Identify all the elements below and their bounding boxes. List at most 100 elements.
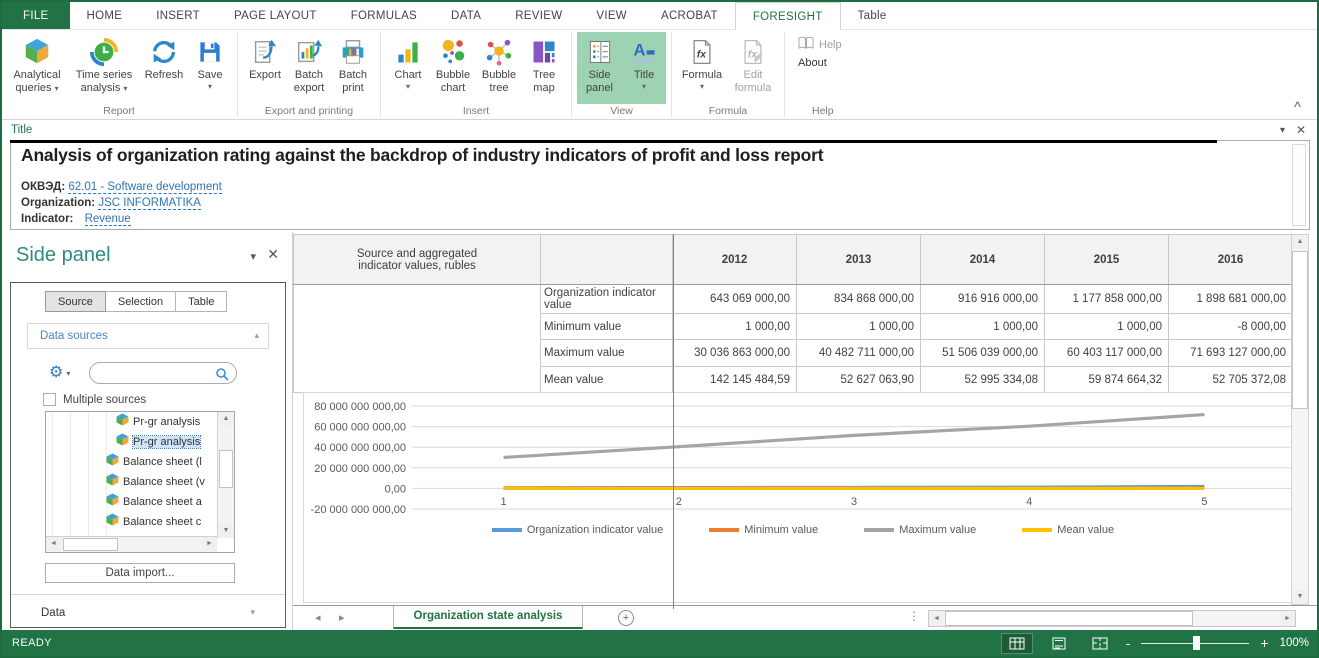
cell-value[interactable]: 1 000,00: [673, 314, 797, 340]
year-header[interactable]: 2014: [921, 235, 1045, 285]
cell-value[interactable]: 30 036 863 000,00: [673, 340, 797, 367]
batch-export-button[interactable]: Batch export: [287, 32, 331, 104]
legend-item[interactable]: Mean value: [1022, 524, 1114, 536]
time-series-analysis-button[interactable]: Time series analysis ▾: [68, 32, 140, 104]
legend-item[interactable]: Minimum value: [709, 524, 818, 536]
tree-horizontal-scrollbar[interactable]: ◄ ►: [46, 536, 217, 552]
year-header[interactable]: 2015: [1045, 235, 1169, 285]
tab-insert[interactable]: INSERT: [139, 2, 217, 29]
cell-value[interactable]: 60 403 117 000,00: [1045, 340, 1169, 367]
title-scrollbar[interactable]: [1292, 144, 1306, 226]
tab-source[interactable]: Source: [45, 291, 106, 312]
table-corner-header[interactable]: Source and aggregated indicator values, …: [294, 235, 541, 285]
tree-map-button[interactable]: Tree map: [522, 32, 566, 104]
cell-value[interactable]: 52 995 334,08: [921, 367, 1045, 393]
tree-item[interactable]: Balance sheet (v: [46, 472, 217, 492]
cell-value[interactable]: 1 000,00: [921, 314, 1045, 340]
scroll-up-icon[interactable]: ▲: [218, 412, 234, 426]
cell-value[interactable]: 834 868 000,00: [797, 285, 921, 314]
chart-button[interactable]: Chart ▾: [386, 32, 430, 104]
scrollbar-thumb[interactable]: [945, 611, 1193, 626]
side-panel-toggle-button[interactable]: Side panel: [577, 32, 622, 104]
cell-value[interactable]: 1 000,00: [797, 314, 921, 340]
indicator-link[interactable]: Revenue: [85, 213, 131, 226]
tree-item[interactable]: Pr-gr analysis: [46, 412, 217, 432]
formula-button[interactable]: fx Formula ▾: [677, 32, 727, 104]
cell-value[interactable]: 52 705 372,08: [1169, 367, 1293, 393]
data-import-button[interactable]: Data import...: [45, 563, 235, 583]
tab-page-layout[interactable]: PAGE LAYOUT: [217, 2, 334, 29]
chevron-down-icon[interactable]: ▾: [250, 607, 255, 618]
scroll-right-icon[interactable]: ►: [1280, 611, 1295, 626]
legend-item[interactable]: Maximum value: [864, 524, 976, 536]
edit-formula-button[interactable]: fx Edit formula: [727, 32, 779, 104]
tab-selection[interactable]: Selection: [105, 291, 176, 312]
tab-data[interactable]: DATA: [434, 2, 498, 29]
normal-view-button[interactable]: [1001, 633, 1033, 654]
source-search-input[interactable]: [100, 365, 212, 381]
chevron-up-icon[interactable]: ▴: [254, 330, 259, 341]
sheet-nav-right-icon[interactable]: ▸: [339, 611, 345, 624]
cell-value[interactable]: 71 693 127 000,00: [1169, 340, 1293, 367]
bubble-chart-button[interactable]: Bubble chart: [430, 32, 476, 104]
sources-settings-button[interactable]: ⚙ ▾: [49, 361, 70, 385]
tab-acrobat[interactable]: ACROBAT: [644, 2, 735, 29]
tree-item[interactable]: Balance sheet c: [46, 512, 217, 532]
scroll-down-icon[interactable]: ▼: [1292, 590, 1308, 604]
cell-value[interactable]: 40 482 711 000,00: [797, 340, 921, 367]
title-close-button[interactable]: ✕: [1296, 123, 1306, 137]
scroll-up-icon[interactable]: ▲: [1292, 235, 1308, 249]
cell-value[interactable]: 51 506 039 000,00: [921, 340, 1045, 367]
tree-item-selected[interactable]: Pr-gr analysis: [46, 432, 217, 452]
tab-table-sp[interactable]: Table: [175, 291, 227, 312]
title-collapse-button[interactable]: ▾: [1280, 125, 1285, 136]
year-header[interactable]: 2016: [1169, 235, 1293, 285]
scroll-right-icon[interactable]: ►: [202, 537, 217, 551]
tab-review[interactable]: REVIEW: [498, 2, 579, 29]
cell-value[interactable]: 916 916 000,00: [921, 285, 1045, 314]
tab-home[interactable]: HOME: [70, 2, 140, 29]
about-button[interactable]: About: [798, 57, 842, 69]
data-sources-section-header[interactable]: Data sources ▴: [27, 323, 269, 349]
add-sheet-button[interactable]: +: [618, 610, 634, 626]
table-empty-region[interactable]: [294, 285, 541, 393]
row-label[interactable]: Organization indicator value: [541, 285, 673, 314]
page-layout-view-button[interactable]: [1044, 634, 1074, 653]
cell-value[interactable]: 142 145 484,59: [673, 367, 797, 393]
refresh-button[interactable]: Refresh: [140, 32, 188, 104]
scrollbar-thumb[interactable]: [219, 450, 233, 488]
tab-file[interactable]: FILE: [2, 2, 70, 29]
cell-value[interactable]: 643 069 000,00: [673, 285, 797, 314]
sheet-tab-organization-state-analysis[interactable]: Organization state analysis: [393, 606, 583, 629]
zoom-slider-thumb[interactable]: [1193, 636, 1200, 650]
scroll-left-icon[interactable]: ◄: [929, 611, 944, 626]
bubble-tree-button[interactable]: Bubble tree: [476, 32, 522, 104]
organization-link[interactable]: JSC INFORMATIKA: [98, 197, 201, 210]
analytical-queries-button[interactable]: Analytical queries ▾: [6, 32, 68, 104]
legend-item[interactable]: Organization indicator value: [492, 524, 663, 536]
overflow-dots-icon[interactable]: ⋮: [908, 609, 920, 623]
cell-value[interactable]: 1 898 681 000,00: [1169, 285, 1293, 314]
series-line[interactable]: [504, 415, 1205, 458]
data-section-header[interactable]: Data ▾: [41, 603, 255, 623]
search-icon[interactable]: [215, 367, 229, 386]
cell-value[interactable]: -8 000,00: [1169, 314, 1293, 340]
sheet-vertical-scrollbar[interactable]: ▲ ▼: [1291, 234, 1309, 605]
tab-formulas[interactable]: FORMULAS: [334, 2, 434, 29]
row-label[interactable]: Maximum value: [541, 340, 673, 367]
side-panel-collapse-button[interactable]: ▾: [250, 250, 256, 263]
scrollbar-thumb[interactable]: [63, 538, 118, 551]
zoom-slider[interactable]: [1141, 636, 1249, 650]
zoom-out-button[interactable]: -: [1126, 635, 1131, 651]
okved-link[interactable]: 62.01 - Software development: [68, 181, 221, 194]
scrollbar-thumb[interactable]: [1292, 251, 1308, 409]
help-button[interactable]: Help: [798, 36, 842, 53]
save-button[interactable]: Save ▾: [188, 32, 232, 104]
year-header[interactable]: 2012: [673, 235, 797, 285]
year-header[interactable]: 2013: [797, 235, 921, 285]
row-label[interactable]: Mean value: [541, 367, 673, 393]
title-toggle-button[interactable]: A Title ▾: [622, 32, 666, 104]
tree-vertical-scrollbar[interactable]: ▲ ▼: [217, 412, 234, 538]
collapse-ribbon-button[interactable]: ^: [1294, 99, 1301, 113]
tree-item[interactable]: Balance sheet a: [46, 492, 217, 512]
